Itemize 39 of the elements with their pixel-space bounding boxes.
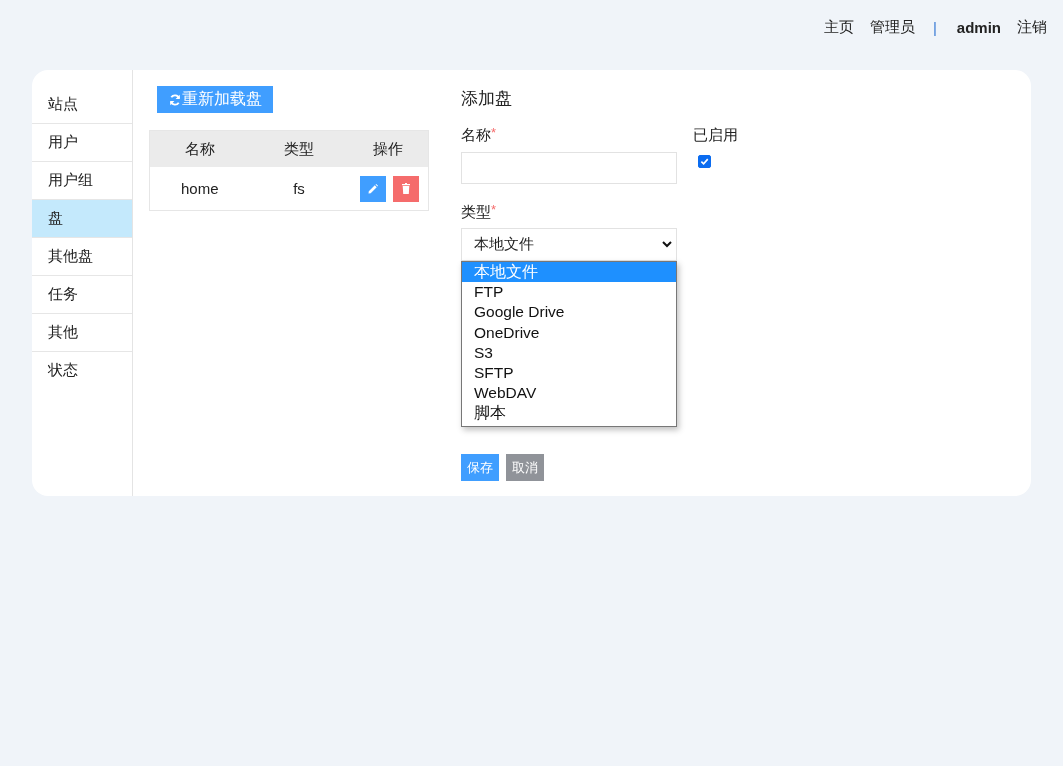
sidebar-item[interactable]: 其他盘 [32, 238, 132, 276]
sidebar-item[interactable]: 用户 [32, 124, 132, 162]
dropdown-option[interactable]: OneDrive [462, 322, 676, 343]
column-header: 操作 [348, 130, 429, 167]
form-title: 添加盘 [461, 88, 512, 110]
dropdown-option[interactable]: 脚本 [462, 403, 676, 424]
user-name: admin [956, 19, 1001, 36]
nav-link[interactable]: 主页 [823, 18, 854, 37]
field-label: 已启用 [693, 126, 738, 144]
nav-link[interactable]: 管理员 [869, 18, 915, 37]
logout-link[interactable]: 注销 [1017, 18, 1047, 37]
chevron-down-icon [662, 241, 672, 248]
dropdown-option[interactable]: SFTP [462, 362, 676, 384]
edit-button[interactable] [359, 175, 386, 202]
dropdown-option[interactable]: Google Drive [462, 302, 676, 323]
sidebar-item[interactable]: 站点 [32, 86, 132, 124]
type-select[interactable]: 本地文件 [461, 228, 677, 261]
nav-separator: | [932, 19, 937, 36]
name-input[interactable] [461, 152, 677, 184]
sidebar-item[interactable]: 其他 [32, 314, 132, 352]
pencil-icon [367, 183, 378, 194]
column-header: 名称 [149, 130, 250, 167]
sidebar-item[interactable]: 状态 [32, 352, 132, 389]
table-cell: home [149, 167, 250, 211]
trash-icon [401, 183, 410, 194]
dropdown-option[interactable]: FTP [462, 282, 676, 303]
required-mark: * [491, 126, 497, 140]
required-mark: * [491, 203, 497, 217]
column-header: 类型 [249, 130, 349, 167]
dropdown-option[interactable]: WebDAV [462, 383, 676, 404]
enabled-checkbox[interactable] [698, 155, 711, 168]
sidebar-item[interactable]: 任务 [32, 276, 132, 314]
refresh-icon [169, 93, 181, 106]
dropdown-option[interactable]: S3 [462, 342, 676, 363]
table-cell: fs [249, 167, 349, 211]
field-label: 名称 [461, 126, 491, 144]
delete-button[interactable] [392, 175, 419, 202]
sidebar-item[interactable]: 盘 [32, 200, 132, 238]
field-label: 类型 [461, 203, 491, 221]
